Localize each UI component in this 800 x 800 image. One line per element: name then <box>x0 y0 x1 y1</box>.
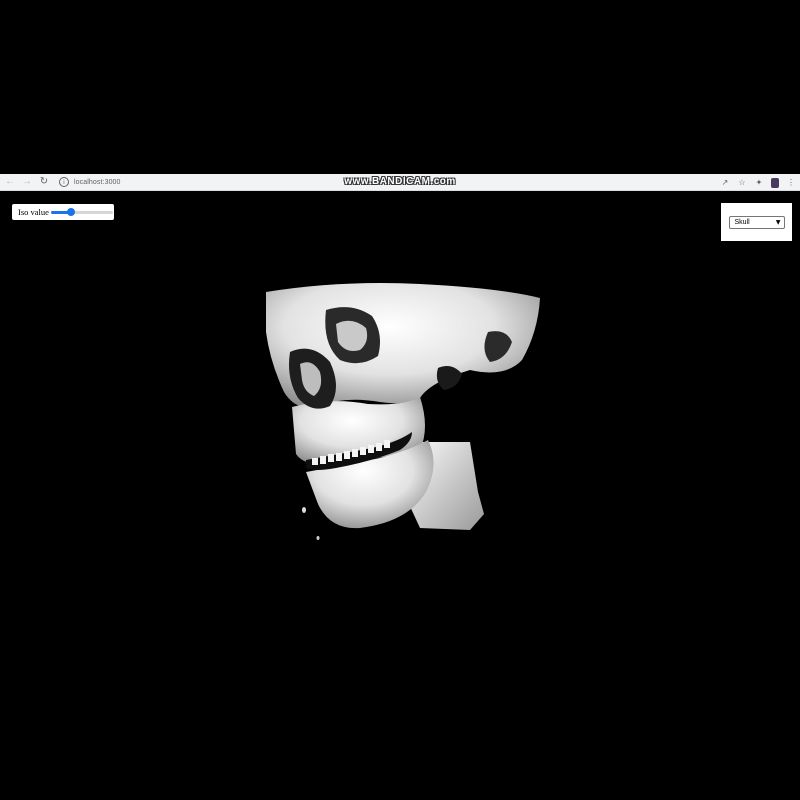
fragment <box>316 536 320 540</box>
fragment <box>302 507 306 513</box>
url-text[interactable]: localhost:3000 <box>74 179 121 186</box>
screen: ← → ↻ i localhost:3000 www.BANDICAM.com … <box>0 0 800 800</box>
forward-arrow-icon[interactable]: → <box>20 175 34 189</box>
profile-avatar[interactable] <box>771 177 779 188</box>
info-icon[interactable]: i <box>59 177 69 187</box>
chevron-down-icon: ▼ <box>775 218 781 226</box>
reload-icon[interactable]: ↻ <box>37 175 51 189</box>
iso-value-label: Iso value <box>18 207 49 217</box>
star-icon[interactable]: ☆ <box>737 178 747 188</box>
iso-value-slider[interactable] <box>50 208 113 216</box>
back-arrow-icon[interactable]: ← <box>3 175 17 189</box>
share-icon[interactable]: ↗ <box>720 178 730 188</box>
browser-toolbar: ← → ↻ i localhost:3000 www.BANDICAM.com … <box>0 174 800 191</box>
model-select-value: Skull <box>734 218 750 226</box>
address-bar[interactable]: i localhost:3000 <box>59 176 121 189</box>
skull-model <box>266 283 540 540</box>
render-viewport[interactable] <box>0 192 800 800</box>
model-select-panel: Skull ▼ <box>721 203 792 241</box>
menu-icon[interactable]: ⋮ <box>786 178 796 188</box>
slider-thumb[interactable] <box>67 208 76 216</box>
iso-control-panel: Iso value <box>12 204 114 220</box>
model-select[interactable]: Skull ▼ <box>728 215 785 229</box>
extensions-icon[interactable]: ✦ <box>754 178 764 188</box>
browser-actions: ↗ ☆ ✦ ⋮ <box>720 174 796 191</box>
